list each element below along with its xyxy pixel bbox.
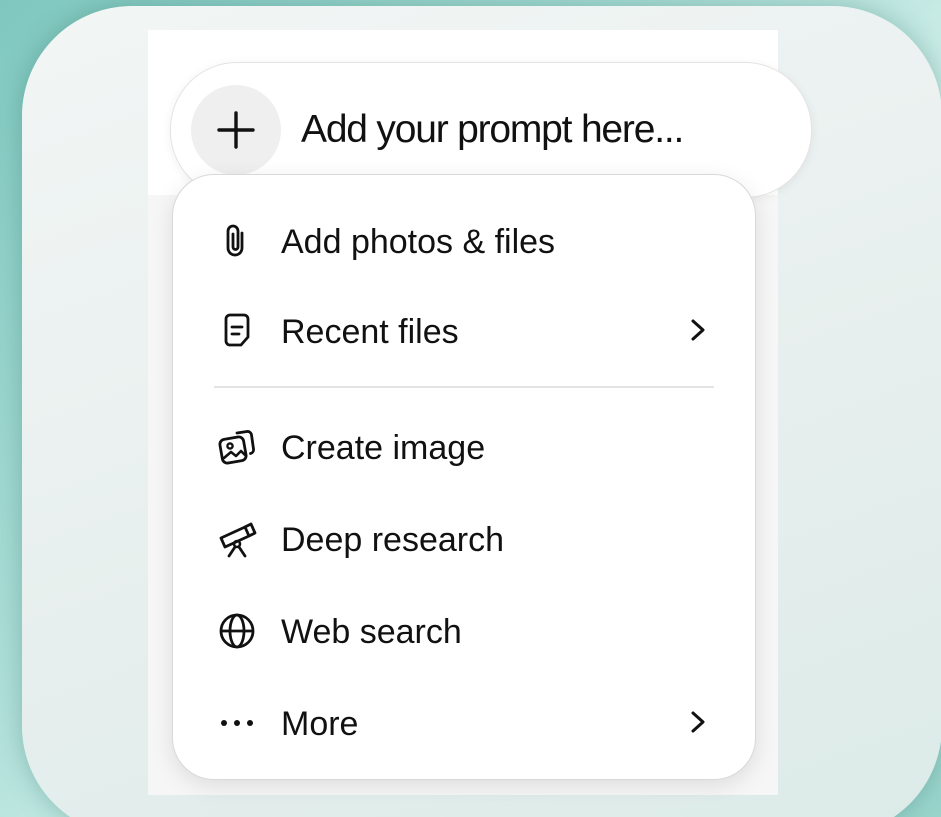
menu-item-label: More	[281, 705, 359, 743]
menu-item-add-photos-files[interactable]: Add photos & files	[173, 203, 755, 275]
file-icon	[217, 311, 257, 351]
menu-item-label: Web search	[281, 613, 462, 651]
more-dots-icon	[217, 703, 257, 743]
menu-item-label: Create image	[281, 429, 486, 467]
telescope-icon	[217, 519, 257, 559]
menu-item-deep-research[interactable]: Deep research	[173, 501, 755, 573]
add-button[interactable]	[191, 85, 281, 175]
prompt-placeholder[interactable]: Add your prompt here...	[301, 108, 684, 152]
chevron-right-icon	[687, 317, 709, 348]
chevron-right-icon	[687, 709, 709, 740]
plus-icon	[217, 111, 255, 149]
menu-item-label: Deep research	[281, 521, 505, 559]
menu-item-create-image[interactable]: Create image	[173, 409, 755, 481]
menu-item-recent-files[interactable]: Recent files	[173, 293, 755, 365]
menu-divider	[214, 386, 714, 388]
menu-item-label: Recent files	[281, 313, 459, 351]
menu-item-more[interactable]: More	[173, 685, 755, 757]
menu-item-label: Add photos & files	[281, 223, 556, 261]
menu-item-web-search[interactable]: Web search	[173, 593, 755, 665]
image-icon	[217, 427, 257, 467]
add-menu: Add photos & files Recent files Create i…	[172, 174, 756, 780]
paperclip-icon	[217, 221, 257, 261]
globe-icon	[217, 611, 257, 651]
